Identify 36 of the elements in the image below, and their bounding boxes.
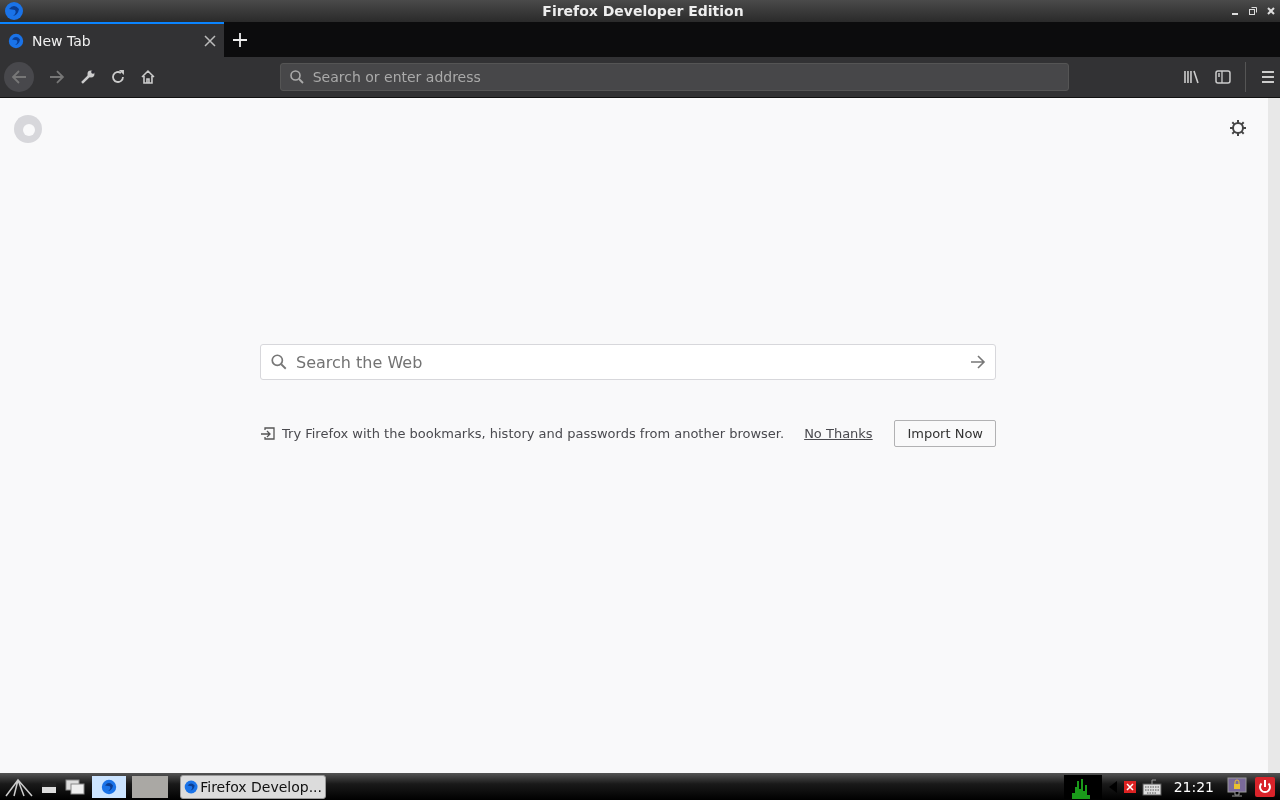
windows-icon[interactable] xyxy=(64,777,86,796)
window-title: Firefox Developer Edition xyxy=(541,3,744,19)
restore-icon[interactable] xyxy=(1248,6,1258,16)
settings-icon[interactable] xyxy=(1229,119,1247,137)
lock-screen-icon[interactable] xyxy=(1226,775,1248,798)
forward-arrow-icon[interactable] xyxy=(47,68,66,86)
plus-icon[interactable] xyxy=(232,31,248,48)
menu-icon[interactable] xyxy=(1260,69,1276,85)
library-icon[interactable] xyxy=(1183,69,1202,85)
no-thanks-link[interactable]: No Thanks xyxy=(804,426,873,441)
search-icon xyxy=(288,69,305,85)
desktop-button[interactable] xyxy=(132,775,168,798)
taskbar-window-button[interactable]: Firefox Develop... xyxy=(180,774,326,799)
firefox-launcher[interactable] xyxy=(92,775,126,798)
back-button[interactable] xyxy=(4,62,34,92)
import-message: Try Firefox with the bookmarks, history and passwords from another browser. xyxy=(282,426,785,441)
import-now-button[interactable]: Import Now xyxy=(894,420,996,447)
close-icon[interactable] xyxy=(204,34,216,47)
home-icon[interactable] xyxy=(139,69,156,85)
keyboard-icon[interactable] xyxy=(1141,777,1162,796)
cpu-graph-icon xyxy=(1063,774,1102,799)
back-arrow-icon xyxy=(9,68,28,86)
reload-icon[interactable] xyxy=(109,69,126,85)
power-icon[interactable] xyxy=(1254,775,1276,798)
clock[interactable]: 21:21 xyxy=(1173,778,1214,795)
network-error-icon[interactable] xyxy=(1123,780,1136,793)
sidebar-icon[interactable] xyxy=(1215,69,1232,85)
arrow-right-icon[interactable] xyxy=(969,353,987,371)
tab-label: New Tab xyxy=(32,32,91,49)
address-bar[interactable]: Search or enter address xyxy=(279,63,1070,91)
browser-tab[interactable]: New Tab xyxy=(0,22,224,57)
wrench-icon[interactable] xyxy=(79,69,96,85)
import-icon xyxy=(260,425,276,442)
search-icon xyxy=(270,353,288,371)
close-icon[interactable] xyxy=(1266,6,1276,16)
web-search-field[interactable]: Search the Web xyxy=(260,344,996,380)
